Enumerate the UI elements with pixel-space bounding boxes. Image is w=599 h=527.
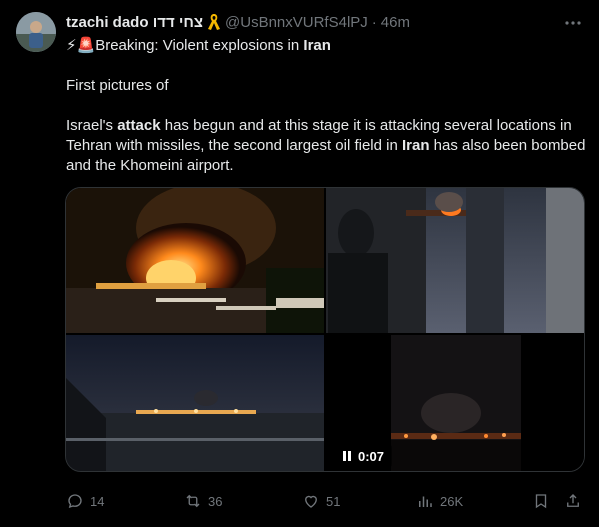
- photo-city-night-smoke[interactable]: [66, 335, 324, 471]
- avatar[interactable]: [16, 12, 56, 52]
- share-icon: [567, 494, 579, 507]
- tweet-actions: 14 36 51 26K: [66, 490, 586, 514]
- views-button[interactable]: 26K: [416, 490, 463, 512]
- iran-bold: Iran: [402, 137, 430, 154]
- repost-icon: [186, 494, 200, 508]
- repost-button[interactable]: 36: [184, 490, 222, 512]
- media-grid[interactable]: [65, 187, 585, 472]
- photo-oil-fire[interactable]: [66, 188, 324, 333]
- like-count: 51: [326, 493, 341, 509]
- separator-dot: ·: [371, 13, 377, 31]
- video-duration: 0:07: [358, 448, 385, 464]
- para3-part-a: Israel's: [66, 117, 118, 134]
- tweet[interactable]: tzachi dado צחי דדו @UsBnnxVURfS4lPJ · 4…: [0, 0, 599, 527]
- more-options-icon[interactable]: [563, 13, 583, 33]
- breaking-text: Breaking: Violent explosions in: [95, 37, 304, 54]
- yellow-ribbon-icon: [208, 14, 221, 30]
- bookmark-button[interactable]: [532, 490, 556, 512]
- emoji-lightning-siren: ⚡🚨: [66, 37, 96, 54]
- photo-window-silhouette[interactable]: [326, 188, 584, 333]
- share-button[interactable]: [564, 490, 588, 512]
- tweet-header: tzachi dado צחי דדו @UsBnnxVURfS4lPJ · 4…: [66, 12, 410, 32]
- reply-count: 14: [90, 493, 105, 509]
- attack-bold: attack: [117, 117, 161, 134]
- iran-hashtag-bold: Iran: [303, 37, 331, 54]
- views-bar-chart-icon: [419, 496, 432, 507]
- bookmark-icon: [535, 494, 547, 509]
- repost-count: 36: [208, 493, 223, 509]
- reply-icon: [68, 494, 82, 509]
- tweet-text-line1: ⚡🚨 Breaking: Violent explosions in Iran: [66, 36, 331, 56]
- tweet-text-para2: First pictures of: [66, 77, 169, 94]
- view-count: 26K: [440, 493, 464, 509]
- heart-icon: [305, 495, 317, 508]
- author-name[interactable]: tzachi dado צחי דדו: [66, 14, 203, 31]
- timestamp[interactable]: 46m: [381, 14, 410, 31]
- tweet-text-para3: Israel's attack has begun and at this st…: [66, 116, 586, 176]
- like-button[interactable]: 51: [302, 490, 340, 512]
- video-duration-badge[interactable]: 0:07: [334, 444, 392, 468]
- pause-icon[interactable]: [342, 451, 352, 461]
- author-handle[interactable]: @UsBnnxVURfS4lPJ: [225, 14, 368, 31]
- reply-button[interactable]: 14: [66, 490, 104, 512]
